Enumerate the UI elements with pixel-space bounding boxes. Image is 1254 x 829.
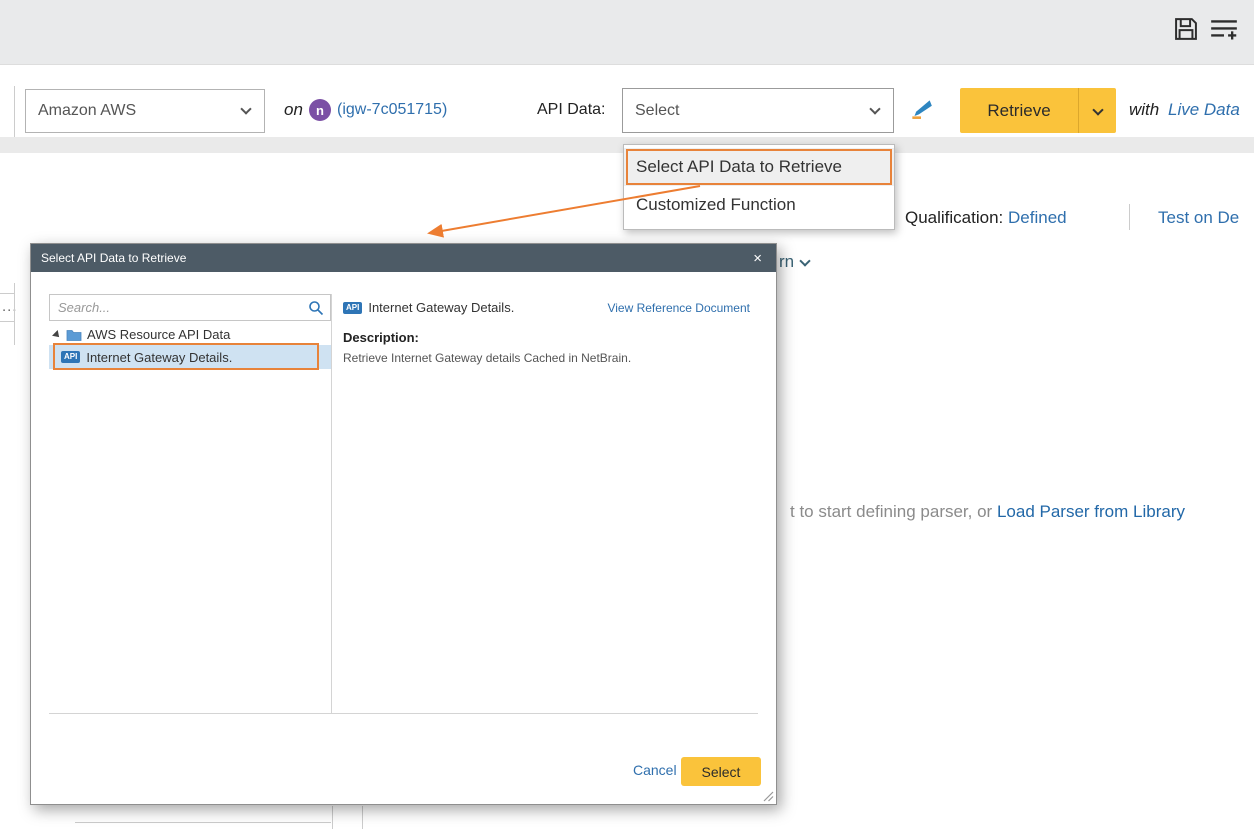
test-on-device-link[interactable]: Test on De [1158,208,1239,228]
data-source-select[interactable]: Amazon AWS [25,89,265,133]
search-box [49,294,331,321]
tree-folder-label: AWS Resource API Data [87,327,230,342]
background-row-line [75,822,331,823]
api-data-select[interactable]: Select [622,88,894,133]
collapsed-panel-ellipsis[interactable]: ... [2,298,18,315]
left-panel-line [0,293,15,294]
dialog-footer-divider [49,713,758,714]
select-button[interactable]: Select [681,757,761,786]
api-data-label: API Data: [537,101,605,119]
chevron-down-icon [799,255,810,266]
api-data-select-value: Select [635,102,679,120]
device-link[interactable]: (igw-7c051715) [337,101,447,119]
with-label: with [1129,100,1159,120]
parser-hint-text: t to start defining parser, or Load Pars… [790,502,1185,522]
tree-node-aws-resource-api-data[interactable]: AWS Resource API Data [49,324,331,345]
top-toolbar [0,0,1254,65]
description-text: Retrieve Internet Gateway details Cached… [343,351,631,365]
detail-header: API Internet Gateway Details. [343,300,514,315]
detail-title: Internet Gateway Details. [368,300,514,315]
screen: Amazon AWS on n (igw-7c051715) API Data:… [0,0,1254,829]
chevron-down-icon [1092,104,1103,115]
dialog-pane-divider [331,294,332,713]
on-label: on [284,100,303,120]
learn-partial-text: rn [779,252,794,272]
tree-expand-icon[interactable] [52,330,62,340]
edit-pencil-icon[interactable] [908,96,934,122]
retrieve-button[interactable]: Retrieve [960,88,1078,133]
view-reference-document-link[interactable]: View Reference Document [607,301,750,315]
toolbar-left-divider [14,86,15,137]
select-api-data-dialog: Select API Data to Retrieve × AWS Resour… [30,243,777,805]
learn-dropdown[interactable]: rn [779,252,809,272]
menu-item-customized-function[interactable]: Customized Function [624,186,894,224]
chevron-down-icon [869,103,880,114]
close-icon[interactable]: × [749,249,766,268]
folder-icon [66,328,82,342]
search-input[interactable] [50,295,308,320]
live-data-link[interactable]: Live Data [1168,100,1240,120]
left-panel-line [0,321,15,322]
retrieve-split-button: Retrieve [960,88,1116,133]
add-to-list-icon[interactable] [1208,15,1238,45]
search-icon [308,300,324,316]
api-badge: API [61,351,80,363]
qualification-defined-link[interactable]: Defined [1008,208,1067,227]
menu-item-select-api-data[interactable]: Select API Data to Retrieve [624,148,894,186]
chevron-down-icon [240,103,251,114]
description-label: Description: [343,330,419,345]
tree-item-label: Internet Gateway Details. [86,350,232,365]
api-badge: API [343,302,362,314]
background-column-line [362,806,363,829]
data-source-value: Amazon AWS [38,102,136,120]
retrieve-dropdown-toggle[interactable] [1078,88,1116,133]
resize-handle[interactable] [762,790,774,802]
save-icon[interactable] [1172,15,1202,45]
parser-hint-prefix: t to start defining parser, or [790,502,997,521]
api-data-dropdown-menu: Select API Data to Retrieve Customized F… [623,144,895,230]
qualification-label: Qualification: Defined [905,208,1067,228]
dialog-titlebar: Select API Data to Retrieve × [31,244,776,272]
netbrain-device-icon: n [309,99,331,121]
dialog-title: Select API Data to Retrieve [41,251,186,265]
load-parser-link[interactable]: Load Parser from Library [997,502,1185,521]
qualification-divider [1129,204,1130,230]
tree-item-internet-gateway-details[interactable]: API Internet Gateway Details. [49,345,331,369]
cancel-button[interactable]: Cancel [633,762,677,778]
background-column-line [332,806,333,829]
